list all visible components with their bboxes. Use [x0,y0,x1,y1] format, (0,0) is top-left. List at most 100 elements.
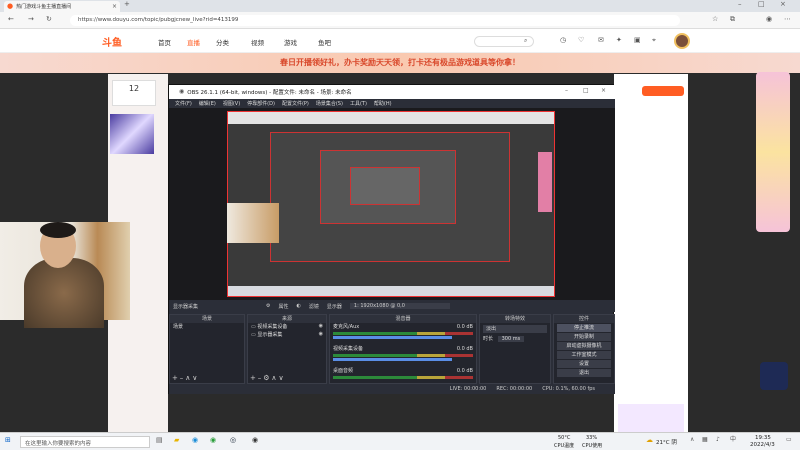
weather-icon[interactable]: ☁ [646,437,653,444]
user-avatar[interactable] [674,33,690,49]
follow-box[interactable]: 12 [112,80,156,106]
remove-source-icon[interactable]: – [258,375,262,382]
duration-input[interactable]: 300 ms [497,336,525,342]
source-down-icon[interactable]: ∨ [278,375,283,382]
nav-game[interactable]: 游戏 [284,37,297,47]
visibility-eye-icon[interactable]: ◉ [319,332,323,337]
favorites-icon[interactable]: ☆ [712,16,718,23]
search-icon[interactable]: ⌕ [524,38,527,44]
volume-icon[interactable]: ♪ [716,437,720,443]
promo-banner[interactable]: 春日开播领好礼，办卡奖励天天领，打卡还有极品游戏道具等你拿！ [0,53,800,73]
notification-icon[interactable]: ▭ [786,437,792,443]
virtual-camera-button[interactable]: 启动虚拟摄像机 [557,342,611,350]
source-name: 视频采集设备 [257,324,288,330]
properties-button[interactable]: 属性 [279,303,289,310]
obs-minimize-icon[interactable]: – [565,88,568,94]
douyu-logo[interactable]: 斗鱼 [102,34,122,49]
scenes-header: 场景 [170,315,244,323]
add-source-icon[interactable]: + [250,375,256,382]
network-icon[interactable]: ▦ [702,437,708,443]
move-up-icon[interactable]: ∧ [185,375,190,382]
obs-menu-edit[interactable]: 编辑(E) [199,100,216,107]
task-view-icon[interactable]: ▤ [156,437,163,444]
obs-menu-view[interactable]: 视图(V) [223,100,240,107]
nav-live[interactable]: 直播 [187,37,200,47]
maximize-window-icon[interactable]: □ [758,1,765,8]
edge-icon[interactable]: ◉ [192,437,198,444]
forward-icon[interactable]: → [28,16,34,23]
volume-slider[interactable] [333,358,452,361]
obs-menu-docks[interactable]: 停靠部件(D) [247,100,275,107]
obs-menu-scene-collection[interactable]: 场景集合(S) [316,100,343,107]
settings-button[interactable]: 设置 [557,360,611,368]
activity-badge[interactable] [756,72,790,232]
chrome-icon[interactable]: ◉ [210,437,216,444]
location-icon[interactable]: ⌖ [652,37,656,44]
weather-text[interactable]: 21°C 阴 [656,438,677,446]
url-field[interactable]: https://www.douyu.com/topic/pubgjcnew_li… [70,15,680,26]
display-select[interactable]: 1: 1920x1080 @ 0,0 [349,303,450,309]
obs-menu-tools[interactable]: 工具(T) [350,100,367,107]
obs-taskbar-icon[interactable]: ◉ [252,437,258,444]
profile-icon[interactable]: ◉ [766,16,772,23]
history-icon[interactable]: ◷ [560,37,566,44]
ime-icon[interactable]: 中 [730,437,736,443]
nav-video[interactable]: 视频 [251,37,264,47]
preview-webcam-source[interactable] [227,203,279,243]
remove-scene-icon[interactable]: – [180,375,184,382]
stop-streaming-button[interactable]: 停止推流 [557,324,611,332]
source-item-display-capture[interactable]: ▭ 显示器采集 ◉ [248,331,326,339]
scene-item[interactable]: 场景 [170,323,244,331]
exit-button[interactable]: 退出 [557,369,611,377]
selected-source-label: 显示器采集 [173,303,199,310]
close-tab-icon[interactable]: × [112,3,117,10]
obs-maximize-icon[interactable]: □ [583,88,589,94]
source-name: 显示器采集 [257,332,283,338]
file-explorer-icon[interactable]: ▰ [174,437,179,444]
visibility-eye-icon[interactable]: ◉ [319,324,323,329]
sources-dock: 来源 ▭ 视频采集设备 ◉ ▭ 显示器采集 ◉ + – ⚙ ∧ ∨ [247,314,327,384]
windows-start-icon[interactable]: ⊞ [5,437,11,444]
steam-icon[interactable]: ◎ [230,437,236,444]
source-item-video-capture[interactable]: ▭ 视频采集设备 ◉ [248,323,326,331]
obs-preview-area[interactable] [169,108,615,300]
follow-icon[interactable]: ♡ [578,37,584,44]
obs-menu-help[interactable]: 帮助(H) [374,100,392,107]
browser-tab[interactable]: ● 热门游戏斗鱼主播直播间 × [4,1,120,12]
recharge-button[interactable] [642,86,684,96]
back-icon[interactable]: ← [8,16,14,23]
transition-type-select[interactable]: 淡出 [483,325,547,333]
tray-up-icon[interactable]: ∧ [690,437,694,443]
close-window-icon[interactable]: × [780,1,786,8]
gift-icon[interactable]: ✦ [616,37,622,44]
source-up-icon[interactable]: ∧ [271,375,276,382]
app-icon[interactable]: ▣ [634,37,641,44]
refresh-icon[interactable]: ↻ [46,16,52,23]
obs-close-icon[interactable]: × [601,88,606,94]
minimize-window-icon[interactable]: – [738,1,742,8]
nav-fishbar[interactable]: 鱼吧 [318,37,331,47]
obs-menu-file[interactable]: 文件(F) [175,100,192,107]
clock-date[interactable]: 2022/4/3 [750,442,775,448]
extensions-icon[interactable]: ⧉ [730,16,735,23]
nav-home[interactable]: 首页 [158,37,171,47]
clock-time[interactable]: 19:35 [755,435,771,441]
activity-side-icon[interactable] [760,362,788,390]
scenes-toolbar: + – ∧ ∨ [172,375,197,382]
move-down-icon[interactable]: ∨ [192,375,197,382]
studio-mode-button[interactable]: 工作室模式 [557,351,611,359]
more-menu-icon[interactable]: ⋯ [784,16,791,23]
add-scene-icon[interactable]: + [172,375,178,382]
transition-duration-row: 时长 300 ms [480,335,550,343]
nav-category[interactable]: 分类 [216,37,229,47]
new-tab-icon[interactable]: + [124,1,130,8]
properties-gear-icon[interactable]: ⚙ [266,303,270,309]
start-recording-button[interactable]: 开始录制 [557,333,611,341]
message-icon[interactable]: ✉ [598,37,604,44]
obs-menu-profile[interactable]: 配置文件(P) [282,100,309,107]
source-settings-icon[interactable]: ⚙ [263,375,269,382]
filter-icon[interactable]: ◐ [297,303,301,309]
volume-slider[interactable] [333,336,452,339]
taskbar-search[interactable]: 在这里输入你要搜索的内容 [20,436,150,448]
filters-button[interactable]: 滤镜 [309,303,319,310]
